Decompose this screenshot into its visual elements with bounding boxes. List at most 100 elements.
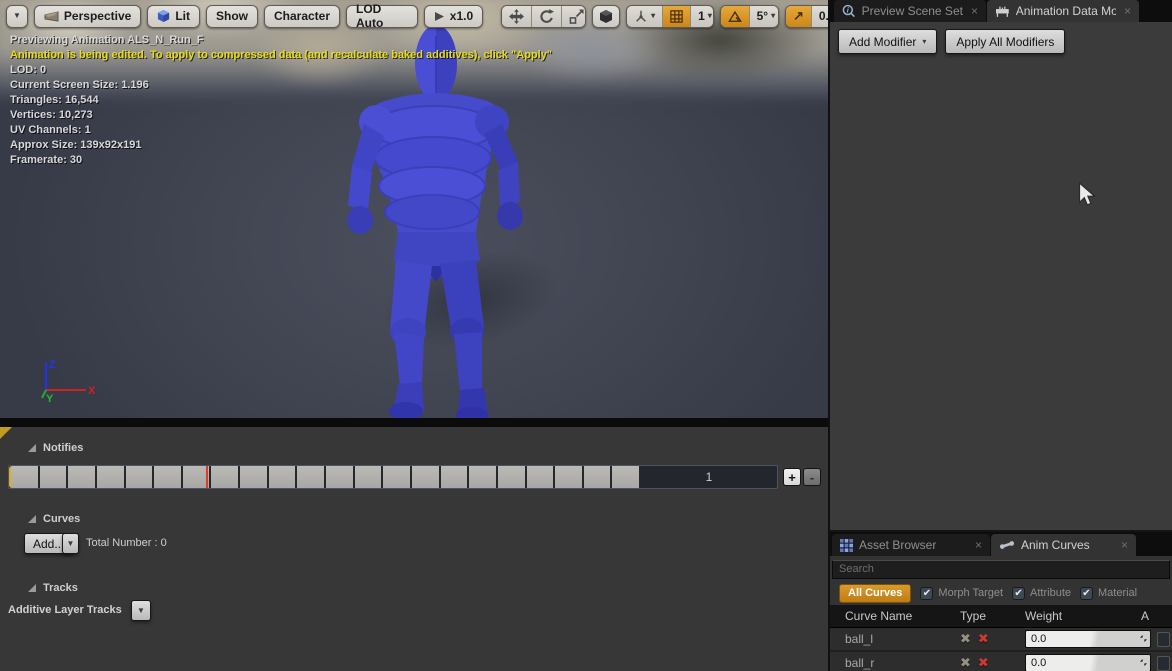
grid-snap-toggle[interactable] [663, 6, 691, 27]
close-icon[interactable]: × [1124, 4, 1131, 18]
col-curve-name[interactable]: Curve Name [830, 609, 960, 623]
notify-segment[interactable] [527, 466, 556, 488]
notify-segment[interactable] [441, 466, 470, 488]
curve-row-ball-r[interactable]: ball_r ✖ ✖ 0.0 [830, 652, 1172, 671]
notify-segment[interactable] [584, 466, 613, 488]
grid-size-value: 1 [698, 9, 705, 23]
edit-warning-text[interactable]: Animation is being edited. To apply to c… [10, 48, 552, 63]
curve-name: ball_r [830, 656, 960, 670]
notify-segment[interactable] [469, 466, 498, 488]
notify-segment[interactable] [68, 466, 97, 488]
grid-size-button[interactable]: 1 ▾ [691, 6, 713, 27]
auto-checkbox[interactable] [1157, 632, 1170, 647]
additive-layer-tracks-dropdown[interactable]: ▼ [131, 600, 151, 621]
notify-segment[interactable] [97, 466, 126, 488]
stat-uv-channels: UV Channels: 1 [10, 123, 552, 138]
viewport-options-button[interactable]: ▼ [6, 5, 28, 28]
notify-segment[interactable] [383, 466, 412, 488]
morph-type-off-icon[interactable]: ✖ [960, 655, 971, 671]
scale-tool-button[interactable] [562, 6, 586, 27]
angle-snap-icon [728, 10, 742, 23]
character-button[interactable]: Character [264, 5, 340, 28]
rotate-icon [539, 9, 554, 24]
morph-target-filter[interactable]: ✔ Morph Target [920, 587, 1003, 600]
rotate-tool-button[interactable] [532, 6, 562, 27]
mouse-cursor [1078, 182, 1096, 208]
notify-segment[interactable] [498, 466, 527, 488]
notify-segment[interactable] [555, 466, 584, 488]
add-modifier-button[interactable]: Add Modifier ▾ [838, 29, 937, 54]
additive-layer-tracks-label: Additive Layer Tracks [8, 604, 122, 616]
material-type-off-icon[interactable]: ✖ [978, 631, 989, 647]
curve-search-input[interactable] [832, 560, 1170, 579]
snap-widget-button[interactable]: ▾ [627, 6, 663, 27]
all-curves-filter-button[interactable]: All Curves [839, 584, 911, 603]
scale-snap-value-button[interactable]: 0.25 ▾ [812, 6, 828, 27]
material-type-off-icon[interactable]: ✖ [978, 655, 989, 671]
notify-segment[interactable] [9, 466, 40, 488]
notify-track-segments[interactable] [9, 466, 641, 488]
scale-snap-toggle[interactable]: ↗ [786, 6, 812, 27]
add-notify-track-button[interactable]: + [783, 468, 801, 486]
show-label: Show [216, 9, 248, 23]
close-icon[interactable]: × [971, 4, 978, 18]
tab-preview-scene-settings[interactable]: i Preview Scene Sett × [834, 0, 986, 22]
curve-row-ball-l[interactable]: ball_l ✖ ✖ 0.0 [830, 628, 1172, 652]
checkbox-checked-icon[interactable]: ✔ [920, 587, 933, 600]
tab-asset-browser[interactable]: Asset Browser × [832, 534, 990, 556]
notify-segment[interactable] [326, 466, 355, 488]
notify-segment[interactable] [154, 466, 183, 488]
attribute-label: Attribute [1030, 587, 1071, 599]
tab-animation-data-modifiers[interactable]: Animation Data Mo × [987, 0, 1139, 22]
lod-auto-button[interactable]: LOD Auto [346, 5, 418, 28]
add-curve-dropdown-button[interactable]: ▼ [62, 533, 79, 554]
notify-segment[interactable] [40, 466, 69, 488]
viewport-toolbar: ▼ Perspective Lit Show Character LOD Aut… [6, 4, 828, 28]
col-weight[interactable]: Weight [1025, 609, 1141, 623]
expander-icon [28, 515, 36, 523]
close-icon[interactable]: × [975, 538, 982, 552]
material-filter[interactable]: ✔ Material [1080, 587, 1137, 600]
notify-segment[interactable] [240, 466, 269, 488]
axis-z-label: Z [49, 359, 56, 371]
playback-speed-button[interactable]: x1.0 [424, 5, 483, 28]
asset-browser-icon [840, 539, 853, 552]
rotation-snap-toggle[interactable] [721, 6, 750, 27]
checkbox-checked-icon[interactable]: ✔ [1080, 587, 1093, 600]
apply-all-modifiers-button[interactable]: Apply All Modifiers [945, 29, 1065, 54]
auto-checkbox[interactable] [1157, 656, 1170, 671]
notify-segment[interactable] [612, 466, 641, 488]
col-auto[interactable]: A [1141, 609, 1161, 623]
notify-segment[interactable] [297, 466, 326, 488]
checkbox-checked-icon[interactable]: ✔ [1012, 587, 1025, 600]
preview-viewport[interactable]: Previewing Animation ALS_N_Run_F Animati… [0, 0, 828, 418]
translate-tool-button[interactable] [502, 6, 532, 27]
morph-type-off-icon[interactable]: ✖ [960, 631, 971, 647]
notifies-section-header[interactable]: Notifies [28, 442, 83, 454]
tracks-section-header[interactable]: Tracks [28, 582, 78, 594]
remove-notify-track-button[interactable]: - [803, 468, 821, 486]
anim-curves-panel: Asset Browser × Anim Curves × All Curves… [830, 532, 1172, 671]
col-type[interactable]: Type [960, 609, 1025, 623]
close-icon[interactable]: × [1121, 538, 1128, 552]
notify-segment[interactable] [126, 466, 155, 488]
notify-segment[interactable] [355, 466, 384, 488]
notify-segment[interactable] [211, 466, 240, 488]
axis-gizmo: Z X Y [32, 356, 98, 404]
show-button[interactable]: Show [206, 5, 258, 28]
playhead-marker[interactable] [206, 466, 208, 488]
coordinate-space-button[interactable] [592, 5, 620, 28]
notify-segment[interactable] [269, 466, 298, 488]
stat-framerate: Framerate: 30 [10, 153, 552, 168]
weight-spinbox[interactable]: 0.0 [1025, 654, 1151, 671]
notify-segment[interactable] [412, 466, 441, 488]
perspective-button[interactable]: Perspective [34, 5, 141, 28]
rotation-snap-value-button[interactable]: 5° ▾ [750, 6, 779, 27]
right-top-tabwell: i Preview Scene Sett × Animation Data Mo… [830, 0, 1172, 22]
axis-y-label: Y [46, 393, 54, 404]
tab-anim-curves[interactable]: Anim Curves × [991, 534, 1136, 556]
lit-button[interactable]: Lit [147, 5, 200, 28]
weight-spinbox[interactable]: 0.0 [1025, 630, 1151, 648]
curves-section-header[interactable]: Curves [28, 513, 80, 525]
attribute-filter[interactable]: ✔ Attribute [1012, 587, 1071, 600]
